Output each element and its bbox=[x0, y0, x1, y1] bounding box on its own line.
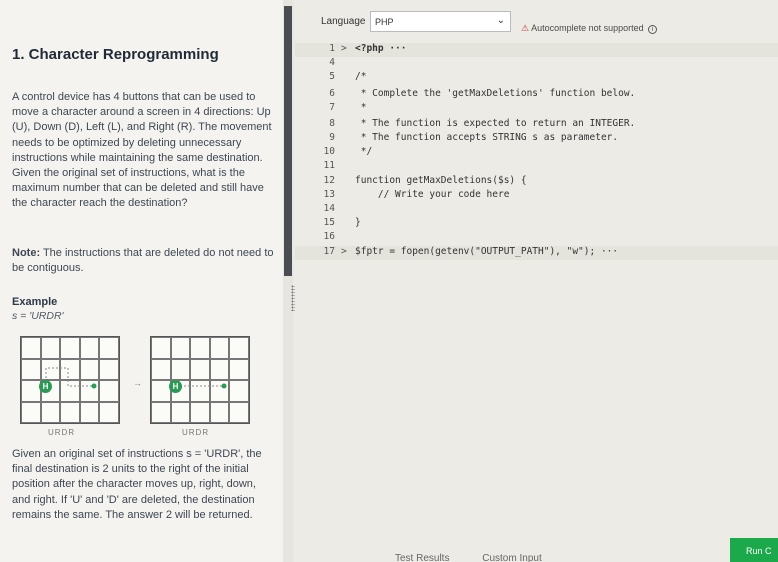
example-input: s = 'URDR' bbox=[12, 310, 64, 322]
fold-icon[interactable]: > bbox=[341, 246, 347, 257]
note-text: The instructions that are deleted do not… bbox=[12, 247, 274, 275]
problem-description: A control device has 4 buttons that can … bbox=[12, 91, 272, 210]
code-line[interactable]: 12 function getMaxDeletions($s) { bbox=[295, 175, 778, 189]
line-number: 4 bbox=[329, 57, 335, 68]
warning-icon: ⚠ bbox=[521, 23, 530, 33]
tab-test-results[interactable]: Test Results bbox=[395, 553, 449, 562]
code-line[interactable]: 5 /* bbox=[295, 71, 778, 85]
code-text: $fptr = fopen(getenv("OUTPUT_PATH"), "w"… bbox=[355, 246, 619, 257]
chevron-down-icon: ⌄ bbox=[496, 15, 505, 26]
line-number: 10 bbox=[323, 146, 335, 157]
grid-caption-before: URDR bbox=[48, 428, 76, 437]
tab-custom-input[interactable]: Custom Input bbox=[482, 553, 541, 562]
arrow-right-icon: → bbox=[133, 378, 142, 388]
autocomplete-text: Autocomplete not supported bbox=[531, 23, 644, 33]
line-number: 12 bbox=[323, 175, 335, 186]
code-line[interactable]: 10 */ bbox=[295, 146, 778, 160]
line-number: 8 bbox=[329, 118, 335, 129]
line-number: 14 bbox=[323, 203, 335, 214]
scrollbar-thumb[interactable] bbox=[284, 6, 292, 276]
autocomplete-status: ⚠ Autocomplete not supported i bbox=[521, 23, 658, 34]
line-number: 15 bbox=[323, 217, 335, 228]
code-line[interactable]: 6 * Complete the 'getMaxDeletions' funct… bbox=[295, 88, 778, 102]
line-number: 9 bbox=[329, 132, 335, 143]
code-text: * The function accepts STRING s as param… bbox=[355, 132, 619, 143]
line-number: 7 bbox=[329, 102, 335, 113]
code-line[interactable]: 4 bbox=[295, 57, 778, 71]
code-line[interactable]: 8 * The function is expected to return a… bbox=[295, 118, 778, 132]
code-text: /* bbox=[355, 71, 367, 82]
example-heading: Example bbox=[12, 296, 58, 308]
line-number: 17 bbox=[323, 246, 335, 257]
example-explanation: Given an original set of instructions s … bbox=[12, 448, 262, 521]
info-icon[interactable]: i bbox=[648, 25, 658, 34]
code-text: * bbox=[355, 102, 367, 113]
grid-caption-after: URDR bbox=[182, 428, 210, 437]
problem-panel: 1. Character Reprogramming A control dev… bbox=[0, 0, 283, 562]
language-select[interactable]: PHP ⌄ bbox=[370, 11, 511, 32]
note-label: Note: bbox=[12, 247, 41, 259]
code-text: // Write your code here bbox=[355, 189, 510, 200]
code-text: } bbox=[355, 217, 361, 228]
language-label: Language bbox=[321, 16, 366, 27]
line-number: 16 bbox=[323, 231, 335, 242]
code-text: * Complete the 'getMaxDeletions' functio… bbox=[355, 88, 636, 99]
home-badge-after: H bbox=[169, 380, 182, 393]
code-text: * The function is expected to return an … bbox=[355, 118, 636, 129]
bottom-tabs: Test Results Custom Input bbox=[395, 553, 572, 562]
code-line[interactable]: 15 } bbox=[295, 217, 778, 231]
problem-note: Note: The instructions that are deleted … bbox=[12, 246, 274, 276]
line-number: 6 bbox=[329, 88, 335, 99]
panel-divider[interactable] bbox=[283, 0, 293, 562]
problem-title: 1. Character Reprogramming bbox=[12, 46, 219, 63]
code-text: <?php ··· bbox=[355, 43, 407, 54]
code-line[interactable]: 1 > <?php ··· bbox=[295, 43, 778, 57]
code-line[interactable]: 17 > $fptr = fopen(getenv("OUTPUT_PATH")… bbox=[295, 246, 778, 260]
editor-panel: Language PHP ⌄ ⚠ Autocomplete not suppor… bbox=[295, 0, 778, 562]
home-badge-before: H bbox=[39, 380, 52, 393]
code-line[interactable]: 16 bbox=[295, 231, 778, 245]
code-text: function getMaxDeletions($s) { bbox=[355, 175, 527, 186]
run-code-button[interactable]: Run C bbox=[730, 538, 778, 562]
line-number: 5 bbox=[329, 71, 335, 82]
code-line[interactable]: 9 * The function accepts STRING s as par… bbox=[295, 132, 778, 146]
line-number: 1 bbox=[329, 43, 335, 54]
code-line[interactable]: 14 bbox=[295, 203, 778, 217]
fold-icon[interactable]: > bbox=[341, 43, 347, 54]
path-drawing-before bbox=[45, 367, 97, 389]
code-line[interactable]: 7 * bbox=[295, 102, 778, 116]
line-number: 13 bbox=[323, 189, 335, 200]
language-value: PHP bbox=[375, 17, 394, 27]
path-drawing-after bbox=[176, 383, 227, 389]
line-number: 11 bbox=[323, 160, 335, 171]
code-line[interactable]: 13 // Write your code here bbox=[295, 189, 778, 203]
code-line[interactable]: 11 bbox=[295, 160, 778, 174]
code-text: */ bbox=[355, 146, 373, 157]
